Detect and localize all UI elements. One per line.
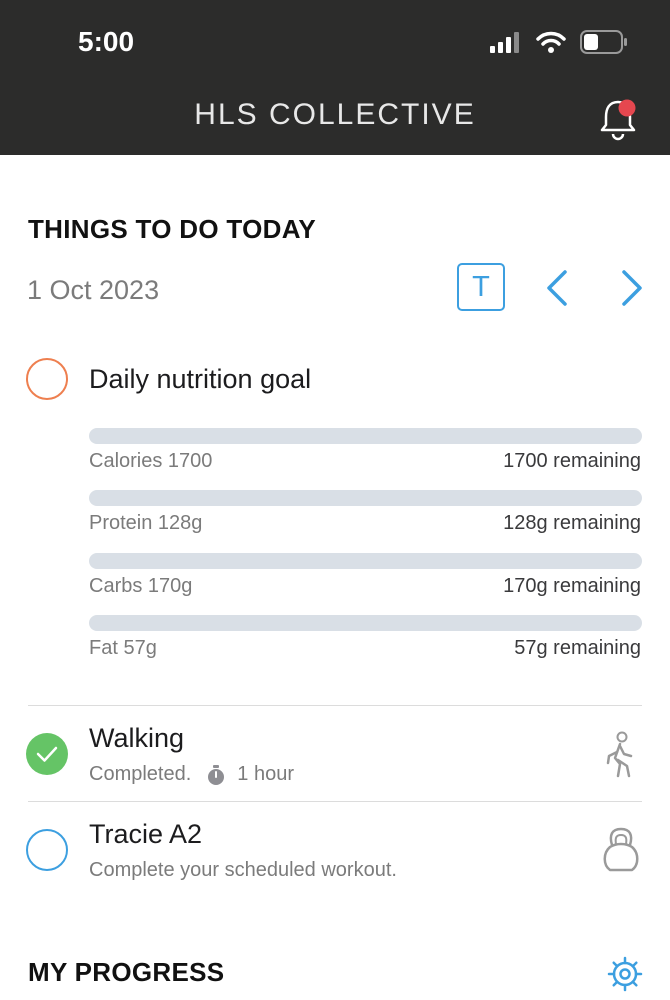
nutrition-status-circle[interactable] [26,358,68,400]
carbs-progress-bar [89,553,642,569]
calories-progress-bar [89,428,642,444]
workout-title[interactable]: Tracie A2 [89,819,202,850]
chevron-left-icon [547,270,567,306]
chevron-right-icon [622,270,642,306]
workout-activity[interactable] [598,825,644,880]
fat-label: Fat 57g [89,637,157,659]
carbs-remaining: 170g remaining [503,575,641,597]
stopwatch-icon [208,764,225,785]
fat-remaining: 57g remaining [514,637,641,659]
wifi-icon [536,31,566,53]
protein-remaining: 128g remaining [503,512,641,534]
workout-status-circle[interactable] [26,829,68,871]
signal-icon [490,32,519,53]
walking-duration: 1 hour [237,763,294,785]
divider [28,705,642,706]
walking-icon [606,731,633,778]
progress-section-title: MY PROGRESS [28,957,225,987]
app-header: 5:00 HLS COLLECTIVE [0,0,670,155]
status-icons [490,30,628,54]
nutrition-goal-title[interactable]: Daily nutrition goal [89,364,311,395]
protein-label: Protein 128g [89,512,203,534]
walking-title[interactable]: Walking [89,723,184,754]
carbs-label: Carbs 170g [89,575,193,597]
walking-subtitle: Completed. 1 hour [89,763,294,786]
progress-settings-button[interactable] [606,955,644,998]
calories-label: Calories 1700 [89,450,213,472]
next-day-button[interactable] [616,268,648,313]
notifications-button[interactable] [598,96,640,147]
todo-section-title: THINGS TO DO TODAY [28,214,317,244]
fat-progress-bar [89,615,642,631]
walking-activity[interactable] [598,730,642,785]
current-date: 1 Oct 2023 [27,275,160,305]
protein-progress-bar [89,490,642,506]
gear-icon [607,956,643,992]
check-icon [36,746,58,762]
previous-day-button[interactable] [541,268,573,313]
brand-logo: HLS COLLECTIVE [194,98,476,131]
kettlebell-icon [603,827,639,872]
bell-icon [600,99,636,141]
divider [28,801,642,802]
today-button[interactable]: T [457,263,505,311]
calories-remaining: 1700 remaining [503,450,641,472]
workout-subtitle: Complete your scheduled workout. [89,859,397,881]
battery-icon [580,30,627,54]
walking-completed-circle[interactable] [26,733,68,775]
notification-badge [618,99,636,117]
status-time: 5:00 [78,26,135,57]
walking-status: Completed. [89,763,192,785]
